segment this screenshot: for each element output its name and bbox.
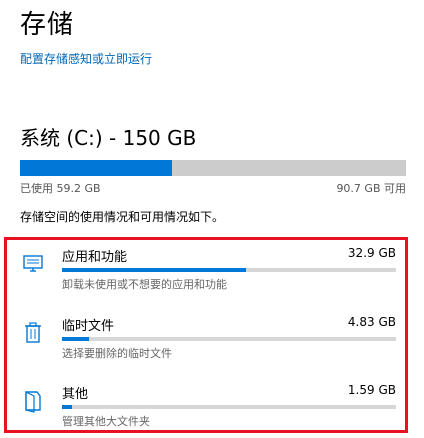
- category-size: 32.9 GB: [347, 246, 396, 260]
- category-subtitle: 选择要删除的临时文件: [62, 347, 172, 360]
- category-subtitle: 管理其他大文件夹: [62, 415, 150, 428]
- category-usage-bar-fill: [62, 405, 73, 409]
- page-title: 存储: [20, 10, 75, 40]
- category-usage-bar: [62, 268, 396, 272]
- trash-icon: [22, 321, 44, 343]
- category-apps-features[interactable]: 应用和功能 32.9 GB 卸载未使用或不想要的应用和功能: [0, 240, 424, 300]
- category-subtitle: 卸载未使用或不想要的应用和功能: [62, 278, 227, 291]
- used-space-label: 已使用 59.2 GB: [20, 182, 101, 195]
- category-usage-bar: [62, 337, 396, 341]
- category-name: 临时文件: [62, 319, 115, 334]
- category-temp-files[interactable]: 临时文件 4.83 GB 选择要删除的临时文件: [0, 309, 424, 369]
- category-usage-bar-fill: [62, 337, 89, 341]
- category-usage-bar: [62, 405, 396, 409]
- drive-title: 系统 (C:) - 150 GB: [20, 126, 197, 150]
- folder-icon: [22, 389, 44, 413]
- drive-usage-bar: [20, 160, 406, 176]
- category-name: 其他: [62, 387, 89, 402]
- configure-storage-sense-link[interactable]: 配置存储感知或立即运行: [20, 50, 152, 67]
- drive-usage-bar-fill: [20, 160, 173, 176]
- category-usage-bar-fill: [62, 268, 246, 272]
- category-other[interactable]: 其他 1.59 GB 管理其他大文件夹: [0, 377, 424, 437]
- storage-description: 存储空间的使用情况和可用情况如下。: [20, 210, 225, 224]
- category-name: 应用和功能: [62, 250, 128, 265]
- monitor-icon: [22, 252, 44, 274]
- free-space-label: 90.7 GB 可用: [336, 182, 406, 195]
- category-size: 4.83 GB: [347, 315, 396, 329]
- category-size: 1.59 GB: [347, 383, 396, 397]
